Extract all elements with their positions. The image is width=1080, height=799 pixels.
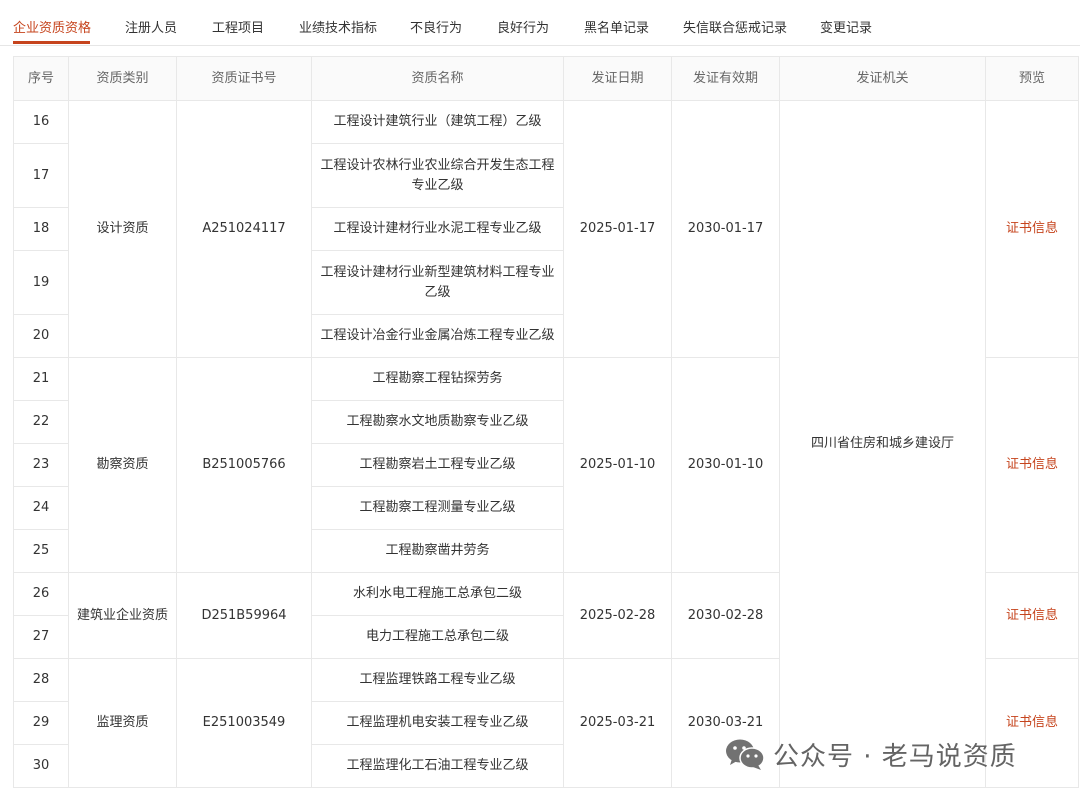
qualification-category: 建筑业企业资质: [68, 572, 177, 659]
table-row: 16 设计资质 A251024117 工程设计建筑行业（建筑工程）乙级 2025…: [13, 100, 1079, 788]
tab-registered-personnel[interactable]: 注册人员: [125, 17, 177, 36]
valid-until: 2030-02-28: [671, 572, 780, 659]
header-preview: 预览: [985, 56, 1079, 101]
header-cert-no: 资质证书号: [176, 56, 312, 101]
header-serial: 序号: [13, 56, 69, 101]
tab-blacklist[interactable]: 黑名单记录: [584, 17, 649, 36]
qualification-name: 工程监理化工石油工程专业乙级: [311, 744, 564, 788]
table-header-row: 序号 资质类别 资质证书号 资质名称 发证日期 发证有效期 发证机关 预览: [13, 56, 1079, 101]
qualification-name: 工程设计建筑行业（建筑工程）乙级: [311, 100, 564, 144]
row-serial: 29: [13, 701, 69, 745]
qualification-name: 工程设计建材行业水泥工程专业乙级: [311, 207, 564, 251]
issue-date: 2025-02-28: [563, 572, 672, 659]
row-serial: 19: [13, 250, 69, 315]
qualification-category: 设计资质: [68, 100, 177, 358]
valid-until: 2030-01-17: [671, 100, 780, 358]
qualification-category: 勘察资质: [68, 357, 177, 573]
tab-bad-conduct[interactable]: 不良行为: [410, 17, 462, 36]
qualification-table: 序号 资质类别 资质证书号 资质名称 发证日期 发证有效期 发证机关 预览 16…: [13, 56, 1079, 788]
qualification-name: 工程监理铁路工程专业乙级: [311, 658, 564, 702]
qualification-name: 工程勘察水文地质勘察专业乙级: [311, 400, 564, 444]
tab-enterprise-qualification[interactable]: 企业资质资格: [13, 17, 91, 36]
tab-projects[interactable]: 工程项目: [212, 17, 264, 36]
watermark: 公众号 · 老马说资质: [725, 734, 1017, 774]
tab-bar: 企业资质资格 注册人员 工程项目 业绩技术指标 不良行为 良好行为 黑名单记录 …: [0, 0, 1080, 46]
qualification-name: 工程设计农林行业农业综合开发生态工程专业乙级: [311, 143, 564, 208]
row-serial: 20: [13, 314, 69, 358]
qualification-name: 水利水电工程施工总承包二级: [311, 572, 564, 616]
tab-good-conduct[interactable]: 良好行为: [497, 17, 549, 36]
qualification-name: 工程监理机电安装工程专业乙级: [311, 701, 564, 745]
row-serial: 24: [13, 486, 69, 530]
row-serial: 22: [13, 400, 69, 444]
header-valid-until: 发证有效期: [671, 56, 780, 101]
qualification-category: 监理资质: [68, 658, 177, 788]
row-serial: 18: [13, 207, 69, 251]
watermark-text: 公众号 · 老马说资质: [773, 741, 1017, 772]
row-serial: 25: [13, 529, 69, 573]
tab-performance-indicators[interactable]: 业绩技术指标: [299, 17, 377, 36]
issue-date: 2025-01-10: [563, 357, 672, 573]
certificate-info-link[interactable]: 证书信息: [1006, 715, 1058, 730]
row-serial: 17: [13, 143, 69, 208]
row-serial: 23: [13, 443, 69, 487]
row-serial: 28: [13, 658, 69, 702]
row-serial: 16: [13, 100, 69, 144]
certificate-number: A251024117: [176, 100, 312, 358]
row-serial: 21: [13, 357, 69, 401]
qualification-name: 工程勘察凿井劳务: [311, 529, 564, 573]
row-serial: 30: [13, 744, 69, 788]
qualification-name: 工程勘察工程钻探劳务: [311, 357, 564, 401]
issuing-authority: 四川省住房和城乡建设厅: [779, 100, 986, 788]
qualification-name: 工程勘察岩土工程专业乙级: [311, 443, 564, 487]
tab-credit-punishment[interactable]: 失信联合惩戒记录: [683, 17, 787, 36]
row-serial: 27: [13, 615, 69, 659]
certificate-number: D251B59964: [176, 572, 312, 659]
header-issue-date: 发证日期: [563, 56, 672, 101]
issue-date: 2025-01-17: [563, 100, 672, 358]
header-category: 资质类别: [68, 56, 177, 101]
qualification-name: 工程设计冶金行业金属冶炼工程专业乙级: [311, 314, 564, 358]
header-issuer: 发证机关: [779, 56, 986, 101]
issue-date: 2025-03-21: [563, 658, 672, 788]
qualification-name: 电力工程施工总承包二级: [311, 615, 564, 659]
qualification-name: 工程勘察工程测量专业乙级: [311, 486, 564, 530]
header-qualification-name: 资质名称: [311, 56, 564, 101]
certificate-number: E251003549: [176, 658, 312, 788]
certificate-number: B251005766: [176, 357, 312, 573]
certificate-info-link[interactable]: 证书信息: [1006, 608, 1058, 623]
tab-change-records[interactable]: 变更记录: [820, 17, 872, 36]
row-serial: 26: [13, 572, 69, 616]
certificate-info-link[interactable]: 证书信息: [1006, 221, 1058, 236]
valid-until: 2030-01-10: [671, 357, 780, 573]
qualification-name: 工程设计建材行业新型建筑材料工程专业乙级: [311, 250, 564, 315]
certificate-info-link[interactable]: 证书信息: [1006, 457, 1058, 472]
active-tab-indicator: [13, 41, 90, 44]
wechat-icon: [726, 739, 765, 770]
